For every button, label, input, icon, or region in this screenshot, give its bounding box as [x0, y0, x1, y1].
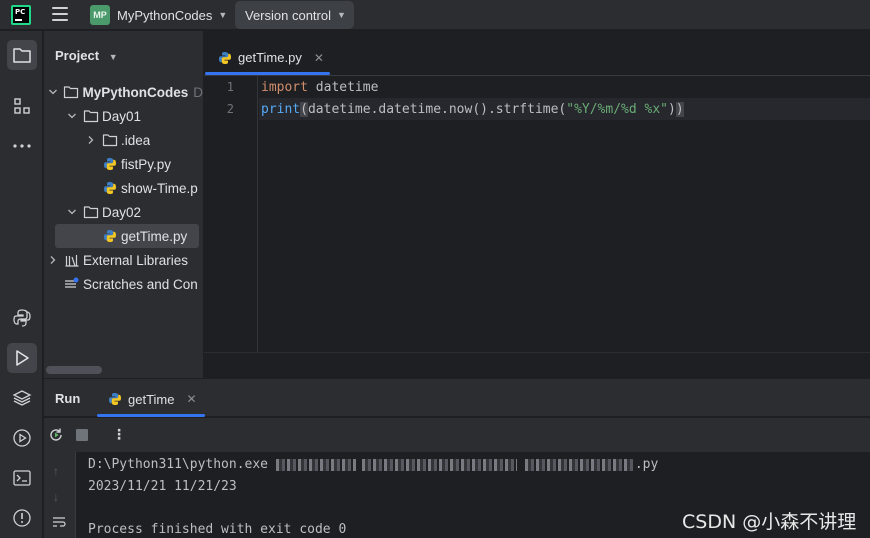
python-console-icon[interactable] [7, 303, 37, 333]
services-icon[interactable] [7, 423, 37, 453]
chevron-right-icon[interactable] [46, 255, 60, 265]
redacted-path [361, 458, 517, 471]
tree-item-label: fistPy.py [121, 156, 172, 172]
code-token: datetime.datetime.now().strftime( [307, 102, 567, 117]
tree-item[interactable]: show-Time.p [84, 176, 198, 200]
watermark: CSDN @小森不讲理 [682, 511, 857, 533]
console-command-line: D:\Python311\python.exe .py [88, 457, 658, 472]
run-panel-title: Run [55, 391, 81, 406]
python-file-icon [102, 156, 118, 172]
active-tab-indicator [97, 414, 205, 417]
scroll-up-icon[interactable]: ↑ [53, 464, 59, 478]
folder-icon [63, 84, 79, 100]
version-control-dropdown[interactable]: Version control ▼ [235, 1, 354, 29]
scroll-down-icon[interactable]: ↓ [53, 490, 59, 504]
chevron-down-icon[interactable] [65, 207, 79, 217]
chevron-down-icon: ▼ [218, 10, 228, 20]
tree-item-label: Day01 [102, 108, 142, 124]
keyword-token: import [261, 80, 308, 95]
folder-icon [83, 108, 99, 124]
console-gutter: ↑ ↓ [44, 452, 76, 538]
folder-icon[interactable] [7, 40, 37, 70]
tree-item[interactable]: External Libraries [46, 248, 188, 272]
chevron-right-icon[interactable] [84, 135, 98, 145]
code-token: datetime [307, 80, 379, 95]
console-command-text: D:\Python311\python.exe [88, 457, 269, 472]
console-exit-line: Process finished with exit code 0 [88, 522, 347, 537]
terminal-icon[interactable] [7, 463, 37, 493]
project-switcher[interactable]: MP MyPythonCodes ▼ [86, 2, 235, 28]
tree-item-path: D [193, 84, 203, 100]
tree-item-label: show-Time.p [121, 180, 198, 196]
python-file-icon [107, 391, 123, 407]
string-token: "%Y/%m/%d %x" [566, 102, 668, 117]
version-control-label: Version control [245, 7, 331, 23]
tree-item[interactable]: getTime.py [55, 224, 199, 248]
paren-token: ( [300, 102, 308, 117]
line-number: 1 [226, 80, 234, 94]
run-toolbar: ⋮ [44, 418, 870, 452]
rerun-icon[interactable] [48, 427, 64, 446]
python-file-icon [217, 50, 233, 66]
code-line-2[interactable]: print(datetime.datetime.now().strftime("… [261, 102, 684, 117]
chevron-down-icon[interactable] [46, 87, 59, 97]
chevron-down-icon[interactable] [65, 111, 79, 121]
tree-item[interactable]: MyPythonCodes D [46, 80, 203, 104]
more-vertical-icon[interactable]: ⋮ [112, 426, 126, 443]
console-command-suffix: .py [634, 457, 659, 472]
tree-item[interactable]: Day02 [65, 200, 141, 224]
console-output-line: 2023/11/21 11/21/23 [88, 479, 237, 494]
paren-token: ) [668, 102, 676, 117]
editor-tabs-divider [204, 75, 870, 76]
python-file-icon [102, 228, 118, 244]
code-line-1[interactable]: import datetime [261, 80, 378, 95]
left-tool-strip [0, 31, 43, 538]
editor-tab-label: getTime.py [238, 50, 302, 65]
project-panel-title: Project [55, 48, 100, 63]
layers-icon[interactable] [7, 383, 37, 413]
tree-item-label: Day02 [102, 204, 142, 220]
tree-item-label: External Libraries [83, 252, 189, 268]
python-file-icon [102, 180, 118, 196]
horizontal-scrollbar[interactable] [46, 366, 102, 374]
tree-item[interactable]: Day01 [65, 104, 141, 128]
pycharm-logo-icon: PC [11, 5, 31, 25]
run-tab-label: getTime [128, 391, 175, 407]
project-panel-header[interactable]: Project ▼ [55, 48, 118, 63]
scratches-icon [64, 276, 80, 292]
chevron-down-icon: ▼ [108, 52, 118, 62]
project-name: MyPythonCodes [117, 7, 213, 23]
stop-icon[interactable] [76, 429, 88, 441]
paren-token: ) [675, 102, 684, 117]
close-tab-icon[interactable]: ✕ [186, 392, 196, 406]
tree-item-label: MyPythonCodes [82, 84, 189, 100]
main-menu-icon[interactable] [52, 7, 68, 21]
close-tab-icon[interactable]: ✕ [314, 51, 324, 65]
folder-icon [83, 204, 99, 220]
run-icon[interactable] [7, 343, 37, 373]
function-token: print [261, 102, 301, 117]
editor-bottom-border [204, 352, 870, 353]
tree-item-label: Scratches and Con [83, 276, 198, 292]
tree-item-label: .idea [121, 132, 151, 148]
structure-icon[interactable] [7, 91, 37, 121]
editor-tab-getTime[interactable]: getTime.py ✕ [205, 40, 334, 75]
problems-icon[interactable] [7, 503, 37, 533]
tree-item[interactable]: fistPy.py [84, 152, 171, 176]
project-badge: MP [90, 5, 110, 25]
chevron-down-icon: ▼ [337, 10, 346, 20]
tree-item[interactable]: .idea [84, 128, 150, 152]
run-tab-getTime[interactable]: getTime ✕ [97, 381, 205, 417]
tree-item-label: getTime.py [121, 228, 188, 244]
folder-icon [102, 132, 118, 148]
soft-wrap-icon[interactable] [52, 516, 66, 531]
redacted-path [524, 458, 635, 471]
redacted-path [275, 458, 356, 471]
line-number: 2 [226, 102, 234, 116]
tree-item[interactable]: Scratches and Con [46, 272, 198, 296]
logo-text: PC [15, 8, 26, 16]
more-icon[interactable] [7, 131, 37, 161]
library-icon [64, 252, 80, 268]
line-number-gutter: 1 2 [204, 76, 258, 352]
